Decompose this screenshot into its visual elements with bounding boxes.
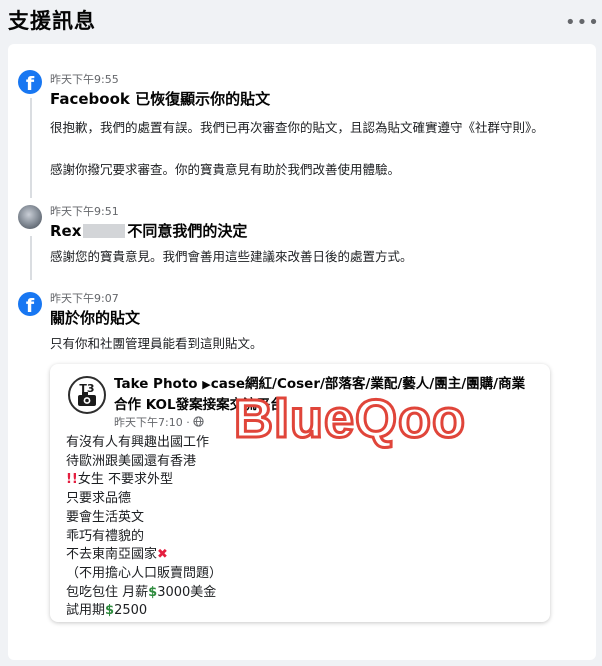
timeline-connector xyxy=(30,98,32,198)
support-messages-panel: f 昨天下午9:55 Facebook 已恢復顯示你的貼文 很抱歉，我們的處置有… xyxy=(8,44,596,660)
post-line: （不用擔心人口販賣問題） xyxy=(66,565,223,581)
post-line: 只要求品德 xyxy=(66,491,132,507)
message-title: Facebook 已恢復顯示你的貼文 xyxy=(50,90,271,108)
watermark-text: BlueQoo xyxy=(233,388,467,451)
money-icon: $ xyxy=(148,584,158,600)
redacted-name-block xyxy=(83,224,126,238)
message-title-rest: 不同意我們的決定 xyxy=(127,222,248,240)
message-text: 只有你和社團管理員能看到這則貼文。 xyxy=(50,336,263,351)
page-header: 支援訊息 ••• xyxy=(0,0,602,42)
caret-right-icon: ▶ xyxy=(202,378,211,391)
message-time: 昨天下午9:55 xyxy=(50,73,119,86)
post-line: 不去東南亞國家✖ xyxy=(66,547,168,563)
message-text: 感謝您的寶貴意見。我們會善用這些建議來改善日後的處置方式。 xyxy=(50,249,413,264)
user-avatar xyxy=(18,205,42,229)
double-exclamation-icon: !! xyxy=(66,472,78,488)
post-body: 有沒有人有興趣出國工作 待歐洲跟美國還有香港 !!女生 不要求外型 只要求品德 … xyxy=(66,434,526,621)
facebook-icon: f xyxy=(18,292,42,316)
user-name: Rex xyxy=(50,222,82,240)
message-text: 感謝你撥冗要求審查。你的寶貴意見有助於我們改善使用體驗。 xyxy=(50,162,401,177)
post-author[interactable]: Take Photo xyxy=(114,376,198,392)
camera-logo-icon: T3 xyxy=(78,382,96,406)
post-time-line: 昨天下午7:10 · xyxy=(114,414,204,430)
globe-icon xyxy=(193,416,204,427)
post-time[interactable]: 昨天下午7:10 xyxy=(114,416,183,429)
facebook-icon: f xyxy=(18,70,42,94)
post-line: 待歐洲跟美國還有香港 xyxy=(66,453,197,469)
message-time: 昨天下午9:07 xyxy=(50,292,119,305)
post-line: 包吃包住 月薪$3000美金 xyxy=(66,584,217,600)
svg-text:T3: T3 xyxy=(79,382,94,395)
author-avatar[interactable]: T3 xyxy=(68,376,106,414)
post-line: 試用期$2500 xyxy=(66,603,148,619)
cross-mark-icon: ✖ xyxy=(157,547,168,563)
post-line: 要會生活英文 xyxy=(66,509,145,525)
message-time: 昨天下午9:51 xyxy=(50,205,119,218)
post-line: 乖巧有禮貌的 xyxy=(66,528,145,544)
post-line: !!女生 不要求外型 xyxy=(66,472,173,488)
message-title: Rex 不同意我們的決定 xyxy=(50,220,247,241)
money-icon: $ xyxy=(105,603,115,619)
more-dots-icon[interactable]: ••• xyxy=(565,12,600,33)
timeline-connector xyxy=(30,236,32,280)
message-text: 很抱歉，我們的處置有誤。我們已再次審查你的貼文，且認為貼文確實遵守《社群守則》。 xyxy=(50,120,544,135)
message-title: 關於你的貼文 xyxy=(50,309,141,327)
page-title: 支援訊息 xyxy=(8,9,96,33)
